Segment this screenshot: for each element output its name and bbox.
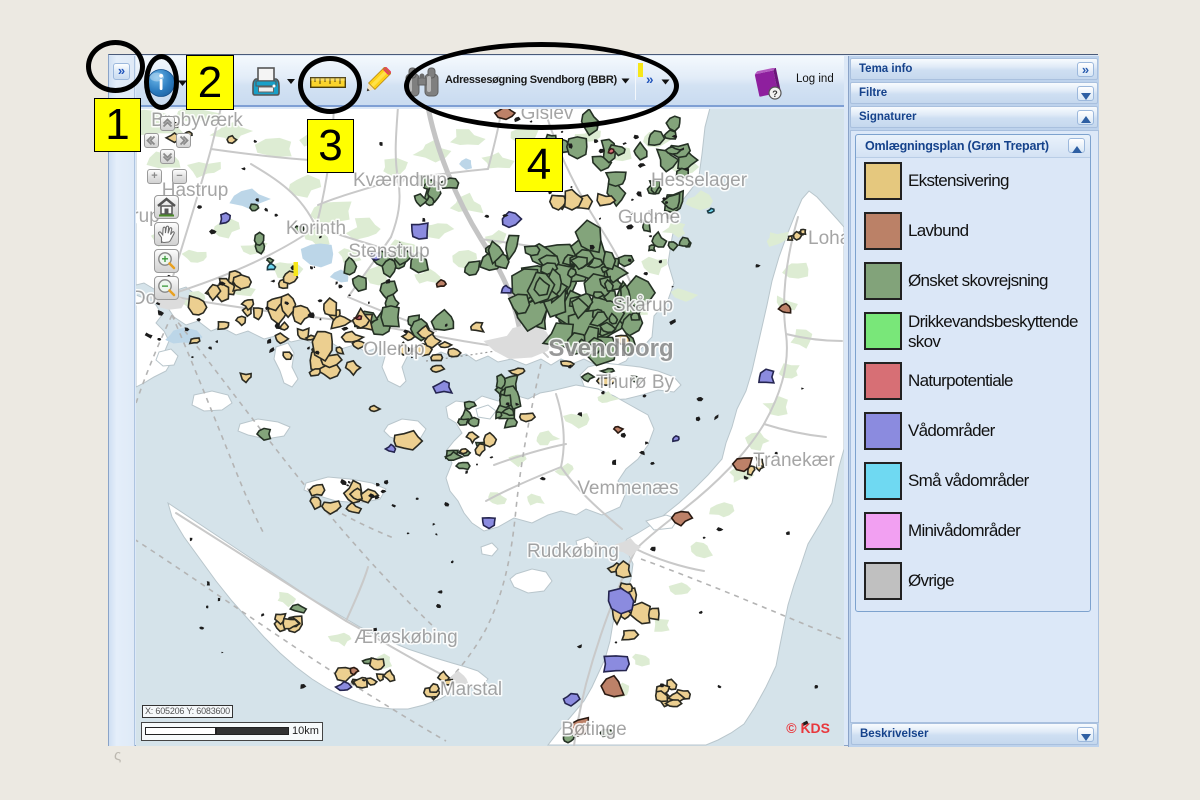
svg-text:Rudkøbing: Rudkøbing [527, 541, 619, 562]
svg-text:Kværndrup: Kværndrup [353, 170, 447, 191]
svg-text:Korinth: Korinth [286, 218, 346, 239]
svg-text:Ærøskøbing: Ærøskøbing [354, 627, 457, 648]
svg-text:Lohals: Lohals [808, 228, 844, 249]
svg-text:−: − [161, 279, 168, 293]
svg-text:?: ? [772, 89, 778, 99]
svg-text:Marstal: Marstal [440, 679, 502, 700]
svg-text:Bøtinge: Bøtinge [561, 719, 626, 740]
svg-text:Gudme: Gudme [618, 207, 680, 228]
svg-text:Vemmenæs: Vemmenæs [577, 478, 678, 499]
svg-text:Ollerup: Ollerup [363, 339, 424, 360]
svg-text:Hesselager: Hesselager [651, 170, 748, 191]
svg-text:Skårup: Skårup [613, 295, 673, 316]
svg-text:Tranekær: Tranekær [753, 450, 835, 471]
svg-text:Stenstrup: Stenstrup [348, 241, 429, 262]
svg-text:Svendborg: Svendborg [548, 335, 673, 362]
svg-text:Thurø By: Thurø By [596, 372, 675, 393]
svg-text:+: + [161, 252, 168, 266]
